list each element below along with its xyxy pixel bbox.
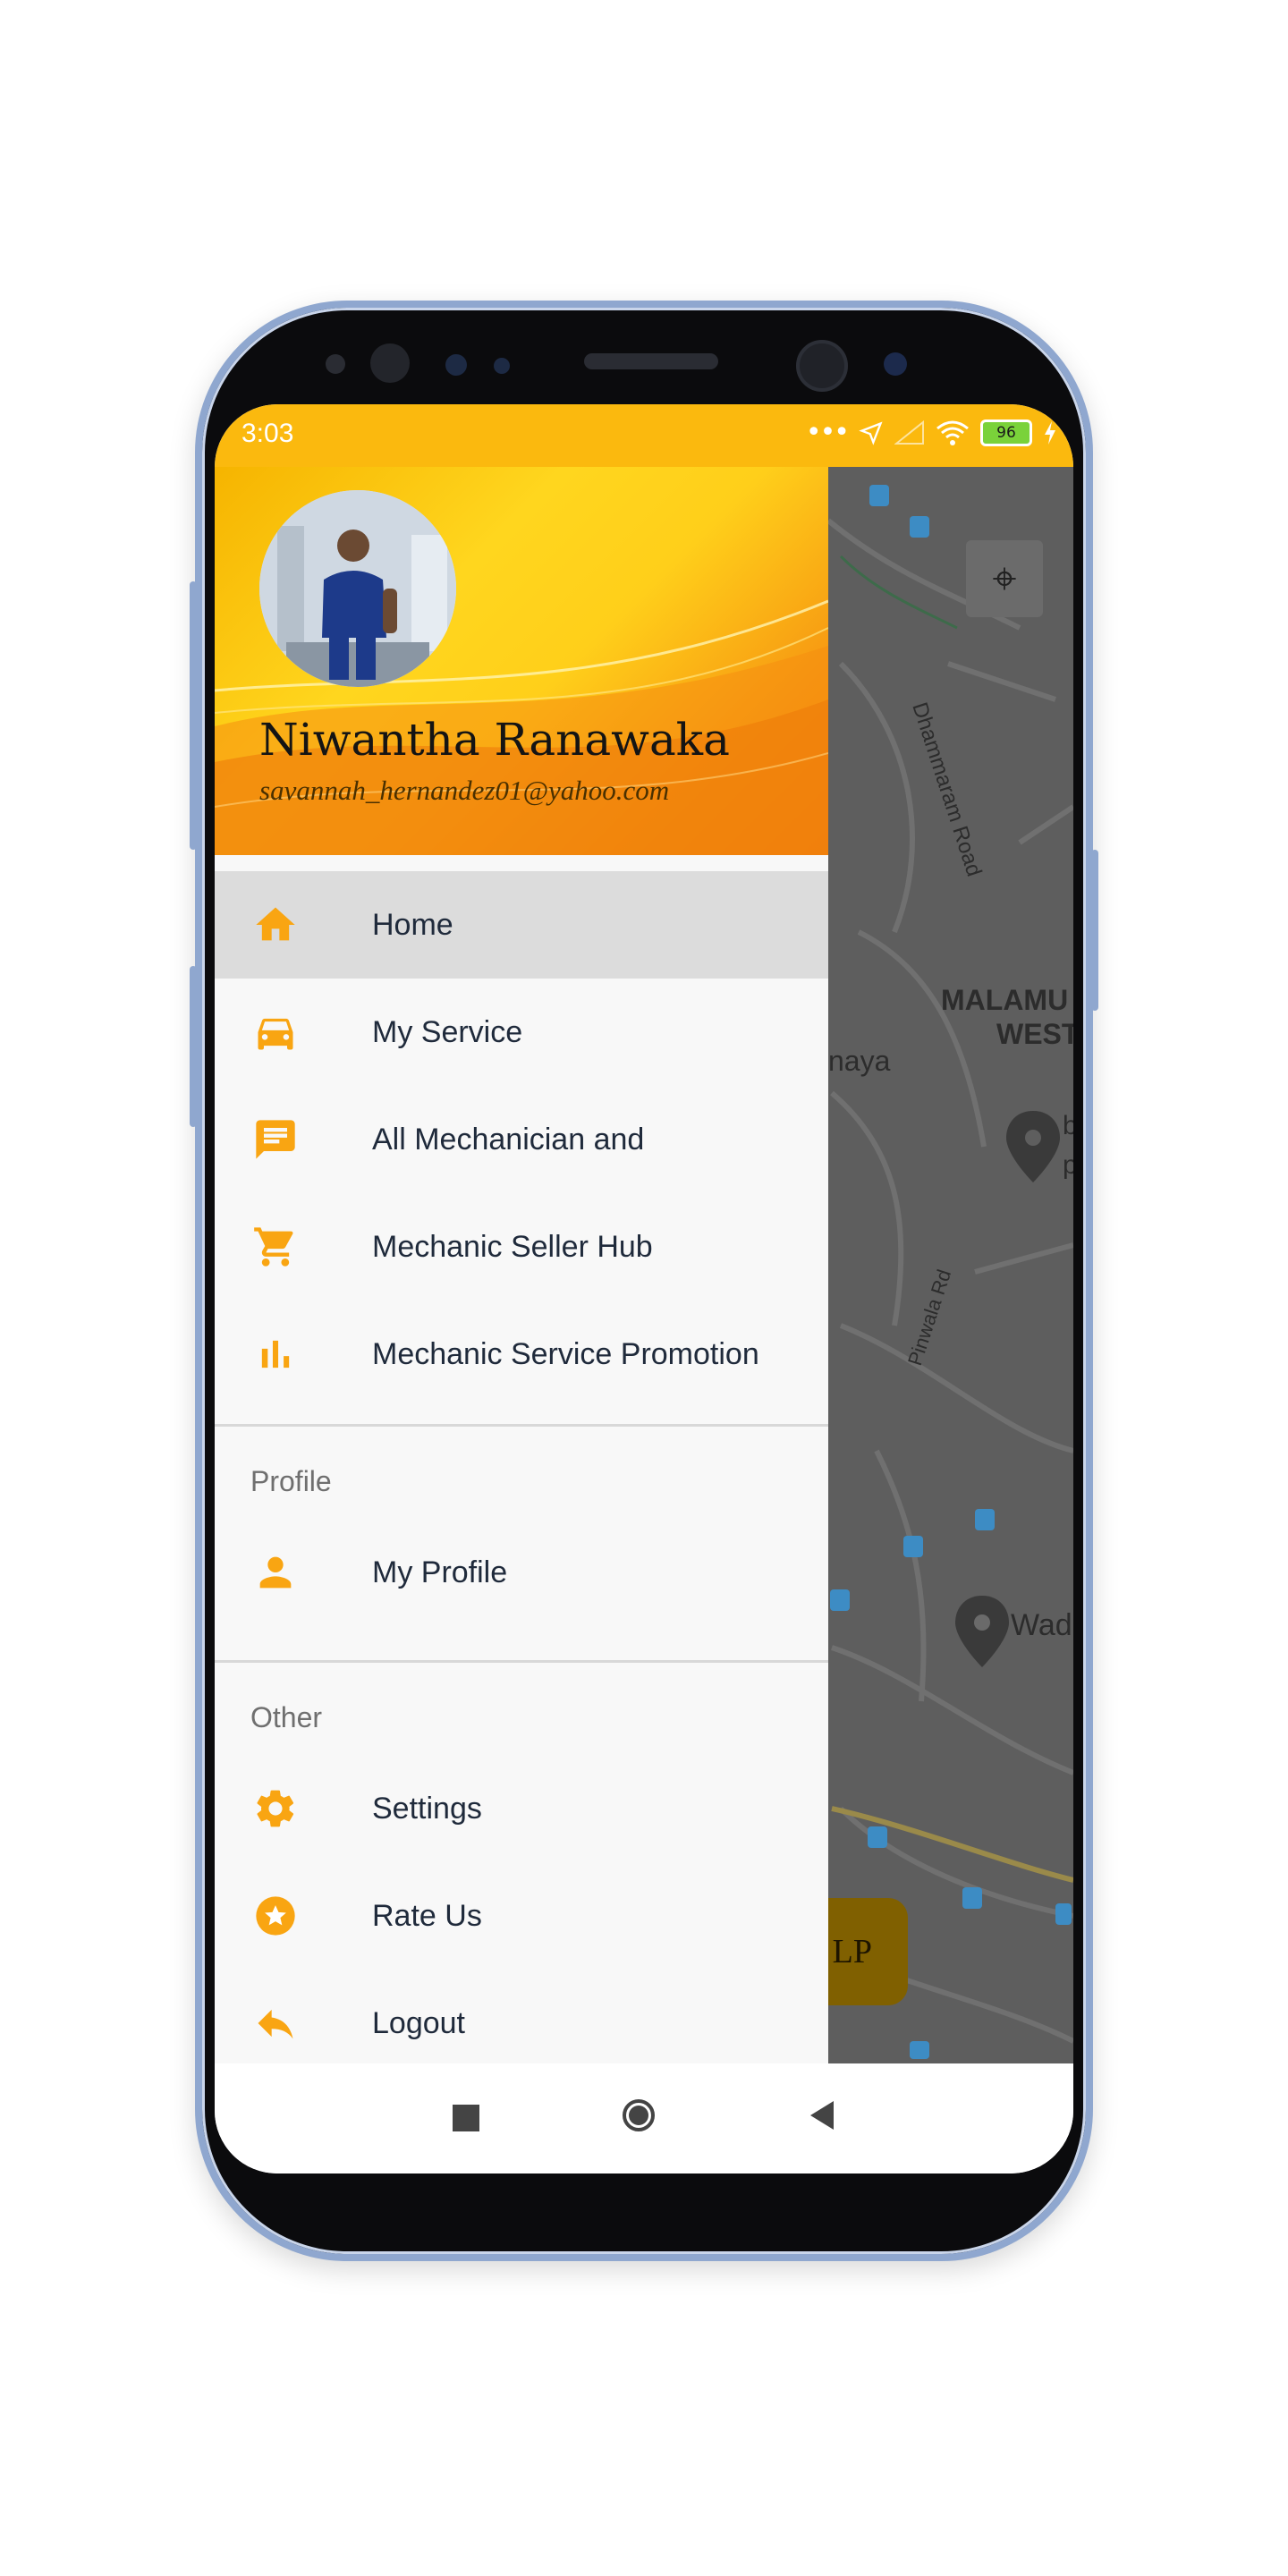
chat-icon <box>256 1120 295 1159</box>
menu-item-label: My Service <box>372 1014 523 1049</box>
map-pin-text: b <box>1063 1111 1073 1140</box>
menu-item-seller-hub[interactable]: Mechanic Seller Hub <box>215 1193 828 1301</box>
avatar-photo <box>259 490 456 687</box>
power-button <box>190 966 197 1127</box>
screen: Dhammaram Road MALAMU WEST naya b p Pinw… <box>215 404 1073 2174</box>
earpiece-speaker <box>584 353 718 369</box>
signal-icon <box>894 419 924 445</box>
crosshair-icon: ⌖ <box>992 554 1017 604</box>
recent-apps-icon[interactable] <box>453 2105 479 2131</box>
home-icon <box>256 907 295 941</box>
map-pin-text-2: p <box>1063 1150 1073 1180</box>
dots-icon: ••• <box>805 417 850 448</box>
bixby-button <box>1091 850 1098 1011</box>
proximity-sensor <box>445 354 467 376</box>
status-time: 3:03 <box>242 419 294 448</box>
navigation-drawer: Niwantha Ranawaka savannah_hernandez01@y… <box>215 467 828 2063</box>
drawer-header: Niwantha Ranawaka savannah_hernandez01@y… <box>215 467 828 855</box>
menu-item-settings[interactable]: Settings <box>215 1755 828 1862</box>
bar-chart-icon <box>261 1340 290 1368</box>
home-circle-inner <box>629 2106 648 2125</box>
menu-item-label: Mechanic Seller Hub <box>372 1229 653 1264</box>
battery-level: 96 <box>996 423 1016 442</box>
divider <box>215 1424 828 1427</box>
menu-item-service-promotion[interactable]: Mechanic Service Promotion <box>215 1301 828 1408</box>
menu-item-label: Rate Us <box>372 1898 482 1933</box>
person-icon <box>259 1556 292 1589</box>
light-sensor <box>494 358 510 374</box>
menu-item-label: Settings <box>372 1791 482 1826</box>
my-location-button[interactable]: ⌖ <box>966 540 1043 617</box>
map-place-label: naya <box>828 1045 891 1077</box>
map-area-label-2: WEST <box>996 1018 1073 1050</box>
iris-camera <box>884 352 907 376</box>
user-name: Niwantha Ranawaka <box>259 714 730 766</box>
help-button-label: LP <box>832 1933 872 1970</box>
home-circle-icon[interactable] <box>623 2099 655 2131</box>
menu-item-label: Home <box>372 907 453 942</box>
menu-item-my-profile[interactable]: My Profile <box>215 1519 828 1626</box>
system-nav-bar <box>215 2063 1073 2174</box>
divider <box>215 1660 828 1663</box>
menu-item-label: Mechanic Service Promotion <box>372 1336 759 1371</box>
gear-icon <box>257 1790 294 1827</box>
reply-icon <box>258 2009 293 2039</box>
menu-item-label: Logout <box>372 2005 465 2040</box>
section-title-other: Other <box>250 1701 323 1733</box>
map-place-label-2: Wad <box>1011 1608 1072 1642</box>
menu-item-my-service[interactable]: My Service <box>215 979 828 1086</box>
car-icon <box>258 1018 293 1050</box>
menu-item-logout[interactable]: Logout <box>215 1970 828 2063</box>
menu-item-label: All Mechanician and <box>372 1122 645 1157</box>
user-email: savannah_hernandez01@yahoo.com <box>259 775 670 806</box>
volume-button <box>190 581 197 850</box>
menu-item-rate-us[interactable]: Rate Us <box>215 1862 828 1970</box>
status-bar: 3:03 ••• 96 <box>215 404 1073 467</box>
menu-item-home[interactable]: Home <box>215 871 828 979</box>
charging-icon <box>1045 420 1055 445</box>
star-icon <box>256 1896 295 1936</box>
battery-icon: 96 <box>980 419 1032 446</box>
sensor-dot <box>326 354 345 374</box>
section-title-profile: Profile <box>250 1465 332 1497</box>
iris-sensor <box>370 343 410 383</box>
menu-item-label: My Profile <box>372 1555 508 1589</box>
avatar[interactable] <box>259 490 456 687</box>
location-arrow-icon <box>859 420 883 445</box>
map-area-label: MALAMU <box>941 984 1069 1016</box>
wifi-icon <box>936 420 969 445</box>
cart-icon <box>254 1227 293 1267</box>
back-icon[interactable] <box>807 2099 837 2131</box>
front-camera <box>796 340 848 392</box>
menu-item-all-mechanician[interactable]: All Mechanician and <box>215 1086 828 1193</box>
